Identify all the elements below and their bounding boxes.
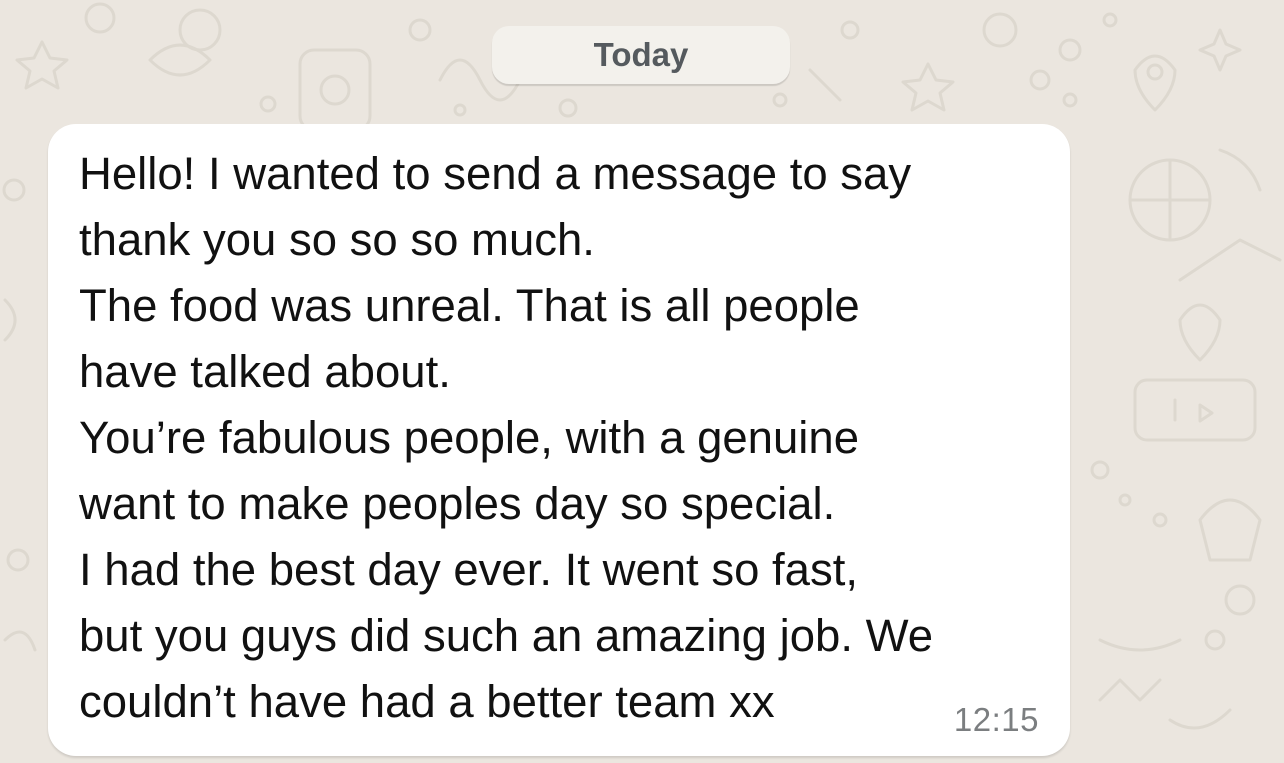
- message-line: have talked about.: [79, 346, 451, 397]
- date-separator-label: Today: [593, 36, 689, 73]
- message-line: The food was unreal. That is all people: [79, 280, 860, 331]
- message-text: Hello! I wanted to send a message to say…: [79, 141, 1059, 735]
- incoming-message-bubble[interactable]: Hello! I wanted to send a message to say…: [48, 124, 1070, 756]
- message-line: You’re fabulous people, with a genuine: [79, 412, 860, 463]
- message-line: Hello! I wanted to send a message to say: [79, 148, 912, 199]
- message-line: I had the best day ever. It went so fast…: [79, 544, 859, 595]
- message-line: want to make peoples day so special.: [79, 478, 836, 529]
- message-line: thank you so so so much.: [79, 214, 595, 265]
- message-line: couldn’t have had a better team xx: [79, 676, 775, 727]
- message-line: but you guys did such an amazing job. We: [79, 610, 934, 661]
- message-timestamp: 12:15: [953, 701, 1039, 738]
- date-separator: Today: [492, 26, 790, 84]
